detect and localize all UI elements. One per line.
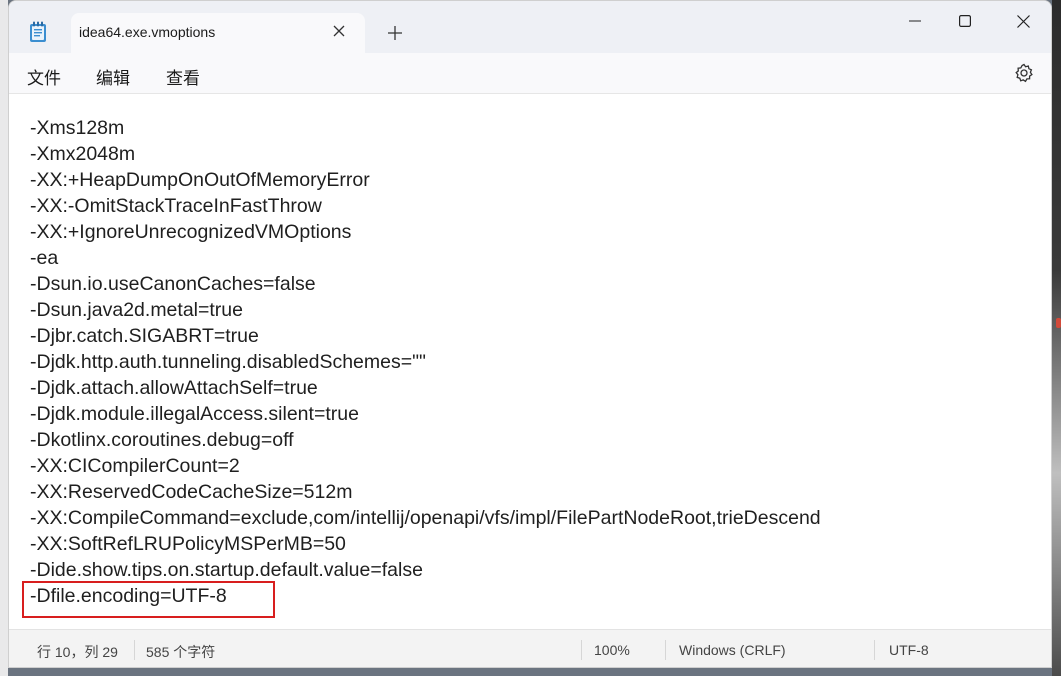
notepad-window: idea64.exe.vmoptions 文件 编辑 查看 -Xms128m -… <box>8 0 1052 668</box>
editor-line: -Xms128m <box>30 117 125 139</box>
editor-line: -Dkotlinx.coroutines.debug=off <box>30 429 294 451</box>
status-divider <box>874 640 875 660</box>
cursor-position: 行 10，列 29 <box>37 644 118 660</box>
title-bar[interactable]: idea64.exe.vmoptions <box>9 1 1051 53</box>
desktop-background-right <box>1052 0 1061 676</box>
editor-line: -Dsun.java2d.metal=true <box>30 299 243 321</box>
minimize-button[interactable] <box>892 9 938 33</box>
menu-view[interactable]: 查看 <box>166 64 200 89</box>
editor-line: -ea <box>30 247 59 269</box>
editor-line: -Dsun.io.useCanonCaches=false <box>30 273 316 295</box>
editor-line: -Xmx2048m <box>30 143 136 165</box>
menu-bar: 文件 编辑 查看 <box>9 53 1051 94</box>
editor-line: -Djdk.attach.allowAttachSelf=true <box>30 377 318 399</box>
zoom-level[interactable]: 100% <box>594 642 630 658</box>
desktop-background-left <box>0 0 8 676</box>
status-divider <box>581 640 582 660</box>
background-marker <box>1056 318 1061 328</box>
editor-line: -XX:ReservedCodeCacheSize=512m <box>30 481 353 503</box>
editor-line: -XX:+HeapDumpOnOutOfMemoryError <box>30 169 370 191</box>
plus-icon[interactable] <box>385 23 405 43</box>
editor-line: -XX:CICompilerCount=2 <box>30 455 240 477</box>
editor-line: -XX:CompileCommand=exclude,com/intellij/… <box>30 507 821 529</box>
status-divider <box>665 640 666 660</box>
notepad-icon <box>29 21 47 43</box>
line-ending[interactable]: Windows (CRLF) <box>679 642 786 658</box>
gear-icon[interactable] <box>1014 63 1034 83</box>
menu-file[interactable]: 文件 <box>27 64 61 89</box>
editor-line: -XX:-OmitStackTraceInFastThrow <box>30 195 322 217</box>
encoding[interactable]: UTF-8 <box>889 642 929 658</box>
editor-line: -Dide.show.tips.on.startup.default.value… <box>30 559 423 581</box>
menu-edit[interactable]: 编辑 <box>96 64 130 89</box>
editor-line: -Djdk.http.auth.tunneling.disabledScheme… <box>30 351 426 373</box>
editor-line: -Djdk.module.illegalAccess.silent=true <box>30 403 359 425</box>
status-bar: 行 10，列 29 585 个字符 100% Windows (CRLF) UT… <box>9 629 1051 667</box>
status-divider <box>134 640 135 660</box>
close-window-button[interactable] <box>1000 9 1046 33</box>
close-tab-icon[interactable] <box>331 23 347 39</box>
editor-line: -XX:SoftRefLRUPolicyMSPerMB=50 <box>30 533 346 555</box>
editor-line: -XX:+IgnoreUnrecognizedVMOptions <box>30 221 352 243</box>
editor-line: -Djbr.catch.SIGABRT=true <box>30 325 259 347</box>
highlight-annotation <box>22 581 275 618</box>
tab-title: idea64.exe.vmoptions <box>79 24 216 40</box>
text-editor[interactable]: -Xms128m -Xmx2048m -XX:+HeapDumpOnOutOfM… <box>9 94 1051 629</box>
character-count: 585 个字符 <box>146 644 216 660</box>
maximize-button[interactable] <box>942 9 988 33</box>
